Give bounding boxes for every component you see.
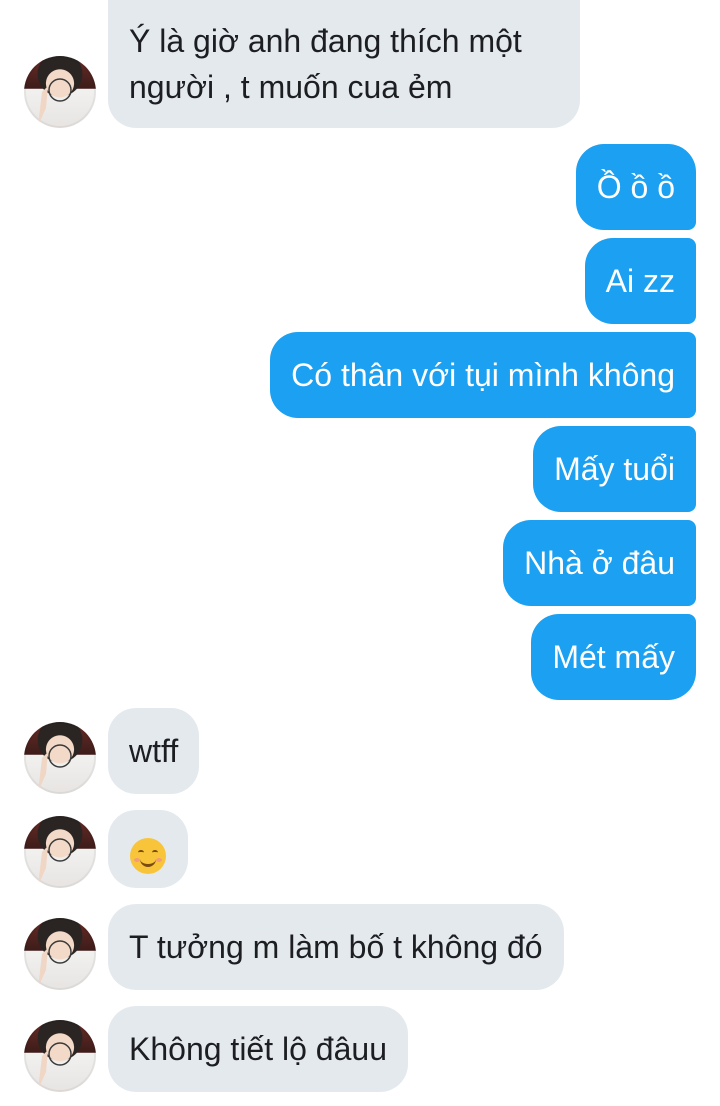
message-text-line-1: Ý là giờ anh đang thích một [129,23,522,59]
message-bubble-incoming[interactable]: Ý là giờ anh đang thích một người , t mu… [108,0,580,128]
message-text: T tưởng m làm bố t không đó [129,929,543,965]
message-text: Không tiết lộ đâuu [129,1031,387,1067]
message-bubble-outgoing[interactable]: Nhà ở đâu [503,520,696,606]
avatar-photo-icon [38,78,72,126]
avatar-photo-icon [38,1042,72,1090]
message-text: wtff [129,733,179,769]
avatar-photo-icon [38,838,72,886]
message-text: Ai zz [605,263,675,299]
message-bubble-outgoing[interactable]: Ồ ồ ồ [575,144,696,230]
message-text: Có thân với tụi mình không [291,357,675,393]
message-bubble-incoming[interactable] [108,810,188,888]
message-bubble-incoming[interactable]: Không tiết lộ đâuu [108,1006,408,1092]
contact-avatar[interactable] [24,816,96,888]
message-text: Mét mấy [552,639,675,675]
message-text: Mấy tuổi [554,451,675,487]
message-bubble-outgoing[interactable]: Có thân với tụi mình không [270,332,696,418]
smiling-face-emoji-icon [130,837,166,874]
contact-avatar[interactable] [24,918,96,990]
message-bubble-incoming[interactable]: T tưởng m làm bố t không đó [108,904,564,990]
message-text: Nhà ở đâu [524,545,675,581]
message-bubble-outgoing[interactable]: Ai zz [584,238,696,324]
message-bubble-outgoing[interactable]: Mấy tuổi [533,426,696,512]
avatar-photo-icon [38,940,72,988]
avatar-photo-icon [38,744,72,792]
message-text-line-2: người , t muốn cua ẻm [129,69,453,105]
contact-avatar[interactable] [24,56,96,128]
message-bubble-incoming[interactable]: wtff [108,708,200,794]
message-text: Ồ ồ ồ [596,169,675,205]
message-bubble-outgoing[interactable]: Mét mấy [531,614,696,700]
contact-avatar[interactable] [24,722,96,794]
contact-avatar[interactable] [24,1020,96,1092]
